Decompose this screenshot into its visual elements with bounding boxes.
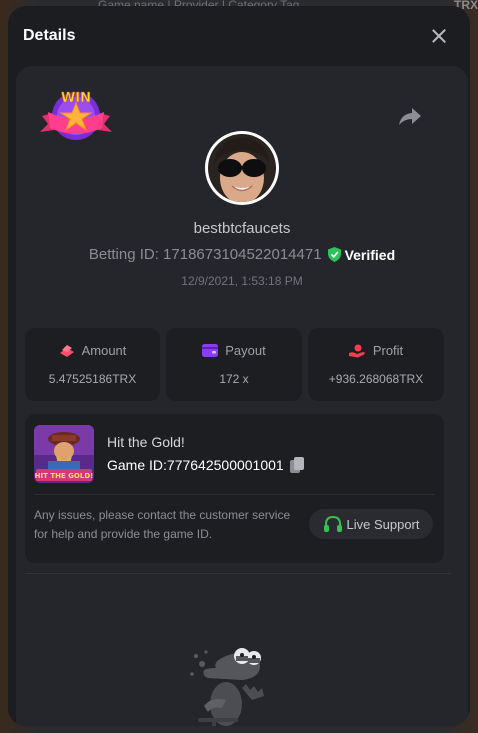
profit-label: Profit bbox=[372, 343, 404, 358]
amount-value: 5.47525186TRX bbox=[48, 372, 137, 386]
payout-label: Payout bbox=[225, 343, 266, 358]
section-divider bbox=[25, 573, 451, 574]
profit-value: +936.268068TRX bbox=[328, 372, 424, 386]
avatar bbox=[205, 131, 279, 205]
game-divider bbox=[34, 494, 435, 495]
share-icon[interactable] bbox=[398, 106, 422, 126]
amount-chips-icon bbox=[59, 344, 74, 357]
betting-id: Betting ID: 1718673104522014471 bbox=[88, 246, 322, 263]
game-thumbnail[interactable]: HIT THE GOLD! bbox=[34, 425, 94, 483]
support-message: Any issues, please contact the customer … bbox=[34, 508, 291, 541]
avatar-photo bbox=[208, 134, 276, 202]
stat-payout: Payout 172 x bbox=[166, 328, 302, 401]
verified-label: Verified bbox=[344, 246, 396, 263]
bet-timestamp: 12/9/2021, 1:53:18 PM bbox=[181, 274, 303, 288]
game-thumbnail-text: HIT THE GOLD! bbox=[35, 472, 94, 480]
shield-check-icon bbox=[327, 247, 341, 262]
win-badge-icon: WIN bbox=[40, 91, 112, 140]
details-modal: Details WIN bestbtcfaucets Betting ID: 1… bbox=[8, 6, 470, 726]
live-support-button[interactable]: Live Support bbox=[309, 509, 433, 539]
verified-badge: Verified bbox=[327, 246, 396, 263]
headset-icon bbox=[323, 515, 342, 532]
game-id: Game ID:777642500001001 bbox=[107, 457, 284, 473]
amount-label: Amount bbox=[81, 343, 127, 358]
profit-hand-coin-icon bbox=[348, 344, 365, 357]
modal-title: Details bbox=[23, 27, 76, 44]
betting-id-row: Betting ID: 1718673104522014471 Verified bbox=[16, 246, 468, 263]
wallet-icon bbox=[202, 344, 219, 357]
username: bestbtcfaucets bbox=[193, 220, 291, 237]
close-icon[interactable] bbox=[430, 27, 448, 45]
crocodile-mascot-icon bbox=[190, 648, 264, 726]
game-id-row: Game ID:777642500001001 bbox=[107, 457, 304, 473]
copy-icon[interactable] bbox=[289, 457, 304, 473]
stat-amount: Amount 5.47525186TRX bbox=[25, 328, 160, 401]
game-name[interactable]: Hit the Gold! bbox=[107, 434, 185, 450]
live-support-label: Live Support bbox=[346, 516, 420, 532]
modal-header: Details bbox=[8, 6, 470, 66]
payout-value: 172 x bbox=[219, 372, 249, 386]
win-badge-text: WIN bbox=[61, 91, 91, 106]
stats-row: Amount 5.47525186TRX Payout 172 x Profit… bbox=[25, 328, 444, 401]
game-info-box: HIT THE GOLD! Hit the Gold! Game ID:7776… bbox=[25, 414, 444, 563]
stat-profit: Profit +936.268068TRX bbox=[308, 328, 444, 401]
bet-card: WIN bestbtcfaucets Betting ID: 171867310… bbox=[16, 66, 468, 726]
